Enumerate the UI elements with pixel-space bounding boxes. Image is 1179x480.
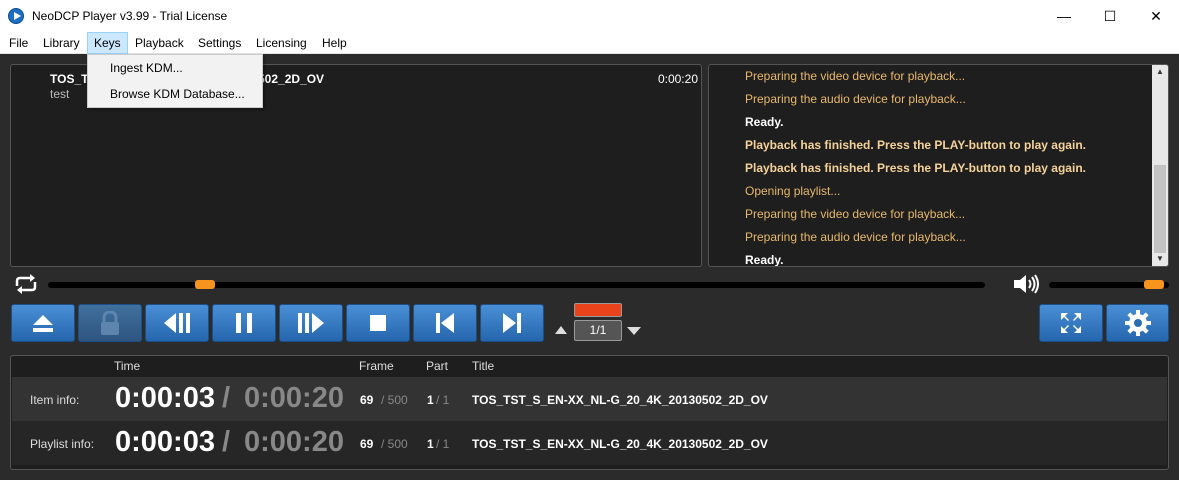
step-forward-icon xyxy=(298,313,324,333)
part-indicator xyxy=(574,303,622,317)
menu-library[interactable]: Library xyxy=(37,32,86,54)
log-scrollbar-thumb[interactable] xyxy=(1154,165,1166,253)
pause-button[interactable] xyxy=(212,304,276,342)
playlist-time-separator: / xyxy=(222,426,231,458)
fullscreen-icon xyxy=(1061,313,1081,333)
scroll-down-icon[interactable]: ▼ xyxy=(1152,252,1168,266)
log-line: Ready. xyxy=(745,115,784,129)
header-frame: Frame xyxy=(359,359,394,373)
lock-icon xyxy=(101,311,119,335)
volume-icon[interactable] xyxy=(1014,274,1042,294)
window-title: NeoDCP Player v3.99 - Trial License xyxy=(32,9,228,23)
next-button[interactable] xyxy=(480,304,544,342)
stop-button[interactable] xyxy=(346,304,410,342)
item-time-current: 0:00:03 xyxy=(115,382,215,414)
menu-file[interactable]: File xyxy=(3,32,34,54)
log-line: Preparing the video device for playback.… xyxy=(745,207,966,221)
playlist-title: TOS_TST_S_EN-XX_NL-G_20_4K_20130502_2D_O… xyxy=(472,437,768,451)
item-time-total: 0:00:20 xyxy=(244,382,344,414)
log-line: Preparing the video device for playback.… xyxy=(745,69,966,83)
item-info-label: Item info: xyxy=(30,393,80,407)
log-list: Preparing the video device for playback.… xyxy=(745,65,1086,267)
close-button[interactable]: ✕ xyxy=(1133,0,1179,32)
loop-icon[interactable] xyxy=(13,274,39,294)
playlist-item-duration: 0:00:20 xyxy=(657,72,698,86)
log-line: Opening playlist... xyxy=(745,184,841,198)
title-bar: NeoDCP Player v3.99 - Trial License — ☐ … xyxy=(0,0,1179,32)
part-selector[interactable]: 1/1 xyxy=(574,320,622,341)
item-title: TOS_TST_S_EN-XX_NL-G_20_4K_20130502_2D_O… xyxy=(472,393,768,407)
item-frame-current: 69 xyxy=(360,393,374,407)
playlist-item-subtitle: test xyxy=(50,87,70,101)
keys-dropdown-menu: Ingest KDM... Browse KDM Database... xyxy=(87,54,263,108)
part-down-icon[interactable] xyxy=(627,327,641,335)
playlist-time-current: 0:00:03 xyxy=(115,426,215,458)
menu-settings[interactable]: Settings xyxy=(192,32,247,54)
header-title: Title xyxy=(472,359,495,373)
item-part-current: 1 xyxy=(427,393,434,407)
seek-bar[interactable] xyxy=(48,282,985,288)
menu-playback[interactable]: Playback xyxy=(129,32,190,54)
item-time-separator: / xyxy=(222,382,231,414)
step-back-button[interactable] xyxy=(145,304,209,342)
playlist-info-label: Playlist info: xyxy=(30,437,95,451)
next-icon xyxy=(503,313,521,333)
menu-bar: File Library Keys Playback Settings Lice… xyxy=(0,32,1179,54)
log-panel: Preparing the video device for playback.… xyxy=(708,64,1169,267)
previous-icon xyxy=(436,313,454,333)
lock-button xyxy=(78,304,142,342)
minimize-button[interactable]: — xyxy=(1041,0,1087,32)
playlist-time-total: 0:00:20 xyxy=(244,426,344,458)
header-part: Part xyxy=(426,359,449,373)
log-line: Playback has finished. Press the PLAY-bu… xyxy=(745,138,1086,152)
gear-icon xyxy=(1124,310,1151,336)
seek-handle[interactable] xyxy=(194,280,215,289)
item-part-total: / 1 xyxy=(436,393,450,407)
maximize-button[interactable]: ☐ xyxy=(1087,0,1133,32)
info-panel: Time Frame Part Title Item info: 0:00:03… xyxy=(10,355,1169,470)
playlist-item-title-tail: 502_2D_OV xyxy=(258,72,325,86)
playlist-part-total: / 1 xyxy=(436,437,450,451)
step-forward-button[interactable] xyxy=(279,304,343,342)
menu-browse-kdm-database[interactable]: Browse KDM Database... xyxy=(88,81,262,107)
part-up-icon[interactable] xyxy=(555,326,567,334)
pause-icon xyxy=(236,313,252,333)
previous-button[interactable] xyxy=(413,304,477,342)
item-info-row: Item info: 0:00:03 / 0:00:20 69 / 500 1 … xyxy=(12,377,1167,421)
menu-ingest-kdm[interactable]: Ingest KDM... xyxy=(88,55,262,81)
playlist-part-current: 1 xyxy=(427,437,434,451)
app-play-icon xyxy=(8,8,24,24)
eject-icon xyxy=(33,315,53,332)
log-scrollbar[interactable]: ▲ ▼ xyxy=(1152,65,1168,266)
menu-help[interactable]: Help xyxy=(316,32,353,54)
playlist-frame-current: 69 xyxy=(360,437,374,451)
volume-handle[interactable] xyxy=(1144,280,1164,289)
playlist-info-row: Playlist info: 0:00:03 / 0:00:20 69 / 50… xyxy=(12,421,1167,465)
scroll-up-icon[interactable]: ▲ xyxy=(1152,65,1168,79)
playlist-frame-total: / 500 xyxy=(381,437,408,451)
log-line: Playback has finished. Press the PLAY-bu… xyxy=(745,161,1086,175)
item-frame-total: / 500 xyxy=(381,393,408,407)
header-time: Time xyxy=(114,359,141,373)
settings-button[interactable] xyxy=(1106,304,1169,342)
fullscreen-button[interactable] xyxy=(1039,304,1103,342)
log-line: Ready. xyxy=(745,253,784,267)
menu-licensing[interactable]: Licensing xyxy=(250,32,313,54)
stop-icon xyxy=(370,315,386,331)
log-line: Preparing the audio device for playback.… xyxy=(745,230,966,244)
step-back-icon xyxy=(164,313,190,333)
menu-keys[interactable]: Keys xyxy=(87,32,128,54)
eject-button[interactable] xyxy=(11,304,75,342)
log-line: Preparing the audio device for playback.… xyxy=(745,92,966,106)
